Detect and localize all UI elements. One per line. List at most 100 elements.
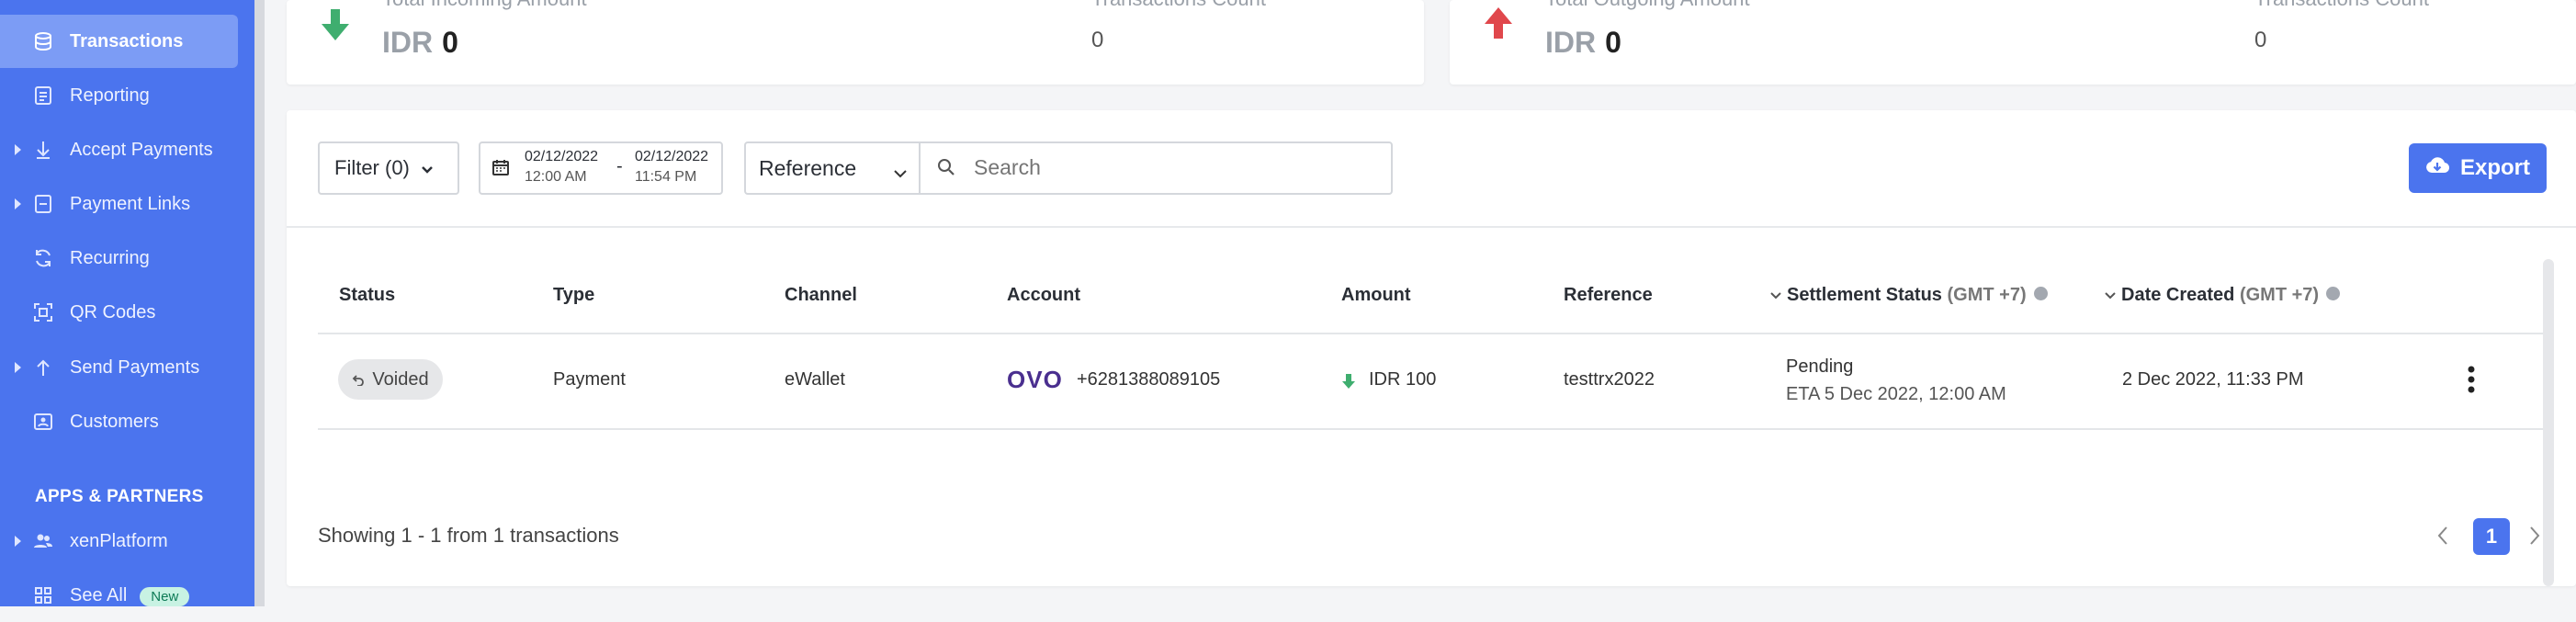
sidebar-item-label: Reporting bbox=[70, 85, 150, 106]
sidebar-item-reporting[interactable]: Reporting bbox=[0, 69, 254, 122]
page-1-button[interactable]: 1 bbox=[2473, 518, 2510, 555]
chevron-left-icon[interactable] bbox=[2436, 526, 2449, 550]
sidebar-item-label: See All bbox=[70, 584, 128, 605]
date-from: 02/12/2022 bbox=[525, 149, 599, 164]
header-reference[interactable]: Reference bbox=[1564, 285, 1653, 306]
search-box[interactable] bbox=[919, 141, 1393, 195]
date-header-tz: (GMT +7) bbox=[2239, 285, 2320, 305]
incoming-arrow-icon bbox=[1341, 373, 1356, 394]
outgoing-currency: IDR bbox=[1545, 26, 1597, 59]
channel-cell: eWallet bbox=[785, 369, 845, 390]
incoming-value: 0 bbox=[442, 26, 458, 59]
sidebar-item-recurring[interactable]: Recurring bbox=[0, 232, 254, 285]
info-icon bbox=[2033, 287, 2048, 301]
outgoing-arrow-icon bbox=[1481, 6, 1516, 45]
incoming-summary-card: Total Incoming Amount IDR0 Transactions … bbox=[287, 0, 1424, 85]
sidebar-item-send-payments[interactable]: Send Payments bbox=[0, 341, 254, 394]
transactions-card: Filter (0) 02/12/2022 12:00 AM - 02/12/2… bbox=[287, 110, 2576, 586]
search-type-value: Reference bbox=[759, 155, 857, 180]
customer-card-icon bbox=[33, 412, 53, 432]
date-to: 02/12/2022 bbox=[635, 149, 709, 164]
sidebar-item-label: Accept Payments bbox=[70, 139, 213, 160]
more-options-icon[interactable] bbox=[2468, 366, 2475, 398]
table-scrollbar[interactable] bbox=[2543, 259, 2554, 586]
incoming-currency: IDR bbox=[382, 26, 434, 59]
sidebar-scrollbar[interactable] bbox=[254, 0, 265, 606]
refresh-icon bbox=[33, 248, 53, 268]
sidebar-item-transactions[interactable]: Transactions bbox=[0, 15, 238, 68]
filter-label: Filter (0) bbox=[334, 156, 410, 179]
header-account[interactable]: Account bbox=[1007, 285, 1080, 306]
row-divider bbox=[318, 428, 2546, 430]
sidebar-item-label: Send Payments bbox=[70, 356, 200, 378]
date-cell: 2 Dec 2022, 11:33 PM bbox=[2122, 369, 2304, 390]
chevron-down-icon bbox=[421, 156, 434, 180]
new-badge: New bbox=[140, 586, 190, 606]
sidebar-item-see-all[interactable]: See All New bbox=[0, 569, 254, 622]
ovo-logo: OVO bbox=[1007, 366, 1063, 393]
sidebar-item-customers[interactable]: Customers bbox=[0, 395, 254, 448]
incoming-amount: IDR 0 bbox=[382, 26, 458, 60]
header-settlement-status[interactable]: Settlement Status (GMT +7) bbox=[1770, 285, 2048, 306]
caret-right-icon bbox=[15, 362, 21, 373]
outgoing-count-label: Transactions Count bbox=[2254, 0, 2429, 11]
cloud-download-icon bbox=[2425, 155, 2450, 181]
sidebar-item-payment-links[interactable]: Payment Links bbox=[0, 177, 254, 231]
sidebar-item-label: Customers bbox=[70, 411, 159, 432]
header-date-created[interactable]: Date Created (GMT +7) bbox=[2105, 285, 2341, 306]
filter-button[interactable]: Filter (0) bbox=[318, 141, 459, 195]
arrow-up-icon bbox=[33, 357, 53, 378]
calendar-icon bbox=[491, 158, 510, 182]
outgoing-amount: IDR 0 bbox=[1545, 26, 1621, 60]
date-separator: - bbox=[616, 156, 623, 176]
sidebar-item-label: Payment Links bbox=[70, 193, 191, 214]
sidebar-item-qr-codes[interactable]: QR Codes bbox=[0, 286, 254, 339]
caret-right-icon bbox=[15, 198, 21, 209]
time-to: 11:54 PM bbox=[635, 169, 697, 185]
sidebar-item-label: QR Codes bbox=[70, 301, 156, 322]
link-icon bbox=[33, 194, 53, 214]
settlement-header-tz: (GMT +7) bbox=[1947, 285, 2027, 305]
undo-icon bbox=[353, 375, 365, 386]
chevron-right-icon[interactable] bbox=[2528, 526, 2541, 550]
header-status[interactable]: Status bbox=[339, 285, 395, 306]
time-from: 12:00 AM bbox=[525, 169, 587, 185]
info-icon bbox=[2326, 287, 2341, 301]
grid-icon bbox=[33, 585, 53, 605]
export-label: Export bbox=[2459, 155, 2530, 180]
report-icon bbox=[33, 85, 53, 106]
header-type[interactable]: Type bbox=[553, 285, 594, 306]
sidebar-item-accept-payments[interactable]: Accept Payments bbox=[0, 123, 254, 176]
sidebar-item-label: Transactions bbox=[70, 30, 184, 51]
toolbar: Filter (0) 02/12/2022 12:00 AM - 02/12/2… bbox=[287, 110, 2576, 228]
outgoing-label: Total Outgoing Amount bbox=[1545, 0, 1750, 11]
incoming-label: Total Incoming Amount bbox=[382, 0, 587, 11]
sidebar-item-label: Recurring bbox=[70, 247, 150, 268]
settlement-status-cell: Pending bbox=[1786, 356, 1854, 377]
header-amount[interactable]: Amount bbox=[1341, 285, 1411, 306]
qr-code-icon bbox=[33, 302, 53, 322]
sidebar: Transactions Reporting Accept Payments P… bbox=[0, 0, 254, 606]
reference-cell: testtrx2022 bbox=[1564, 369, 1655, 390]
status-badge: Voided bbox=[338, 359, 443, 400]
date-range-picker[interactable]: 02/12/2022 12:00 AM - 02/12/2022 11:54 P… bbox=[479, 141, 723, 195]
account-cell: +6281388089105 bbox=[1077, 369, 1221, 390]
type-cell: Payment bbox=[553, 369, 626, 390]
database-icon bbox=[33, 31, 53, 51]
page-number: 1 bbox=[2485, 525, 2498, 548]
settlement-header-label: Settlement Status bbox=[1787, 285, 1942, 305]
caret-right-icon bbox=[15, 536, 21, 547]
search-type-select[interactable]: Reference bbox=[744, 141, 924, 195]
search-icon bbox=[937, 158, 955, 182]
export-button[interactable]: Export bbox=[2409, 143, 2547, 193]
pagination-summary: Showing 1 - 1 from 1 transactions bbox=[318, 524, 619, 547]
arrow-down-icon bbox=[33, 140, 53, 160]
search-input[interactable] bbox=[972, 153, 1371, 182]
chevron-down-icon bbox=[893, 162, 908, 186]
incoming-count: 0 bbox=[1091, 28, 1104, 52]
incoming-arrow-icon bbox=[318, 7, 353, 47]
header-divider bbox=[318, 333, 2546, 334]
sidebar-item-xenplatform[interactable]: xenPlatform bbox=[0, 515, 254, 568]
header-channel[interactable]: Channel bbox=[785, 285, 857, 306]
incoming-count-label: Transactions Count bbox=[1091, 0, 1266, 11]
